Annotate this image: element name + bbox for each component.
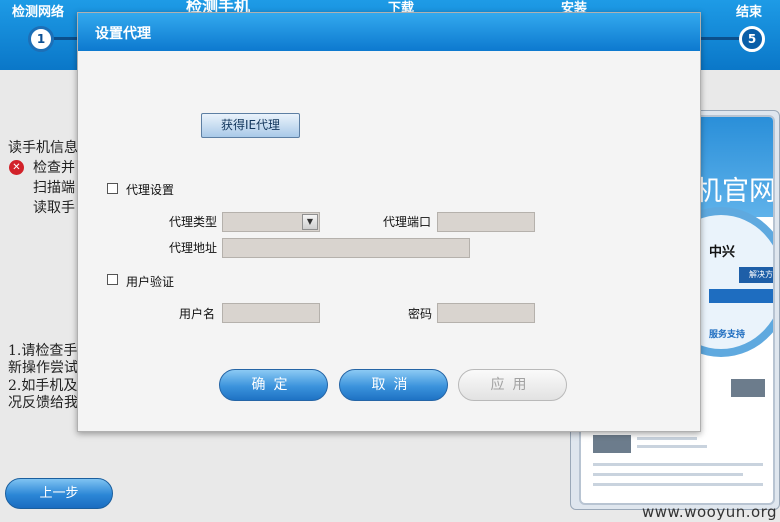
user-auth-checkbox[interactable] <box>107 274 118 285</box>
preview-thumbnail <box>593 435 631 453</box>
previous-step-button[interactable]: 上一步 <box>5 478 113 509</box>
status-line: 检查并 <box>33 160 75 176</box>
chevron-down-icon[interactable]: ▼ <box>302 214 318 230</box>
step-connector-line <box>700 37 740 40</box>
preview-text-line <box>593 463 763 466</box>
proxy-address-input[interactable] <box>222 238 470 258</box>
preview-thumbnail <box>731 379 765 397</box>
status-line: 扫描端 <box>33 180 75 196</box>
watermark-text: www.wooyun.org <box>642 503 778 521</box>
dialog-title-bar[interactable]: 设置代理 <box>78 13 700 51</box>
preview-nav-bar <box>709 289 773 303</box>
proxy-address-label: 代理地址 <box>169 241 218 255</box>
proxy-settings-dialog: 设置代理 获得IE代理 代理设置 代理类型 ▼ 代理端口 代理地址 用户验证 用… <box>77 12 701 432</box>
password-label: 密码 <box>408 307 433 321</box>
error-icon: ✕ <box>9 160 24 175</box>
get-ie-proxy-button[interactable]: 获得IE代理 <box>201 113 300 138</box>
proxy-port-input[interactable] <box>437 212 535 232</box>
ok-button[interactable]: 确定 <box>219 369 328 401</box>
apply-button[interactable]: 应用 <box>458 369 567 401</box>
status-line: 读取手 <box>33 200 75 216</box>
proxy-port-label: 代理端口 <box>383 215 432 229</box>
cancel-button[interactable]: 取消 <box>339 369 448 401</box>
user-auth-label: 用户验证 <box>126 275 175 289</box>
step-label-network: 检测网络 <box>12 5 65 20</box>
username-label: 用户名 <box>179 307 216 321</box>
preview-brand: 中兴 <box>709 245 736 260</box>
username-input[interactable] <box>222 303 320 323</box>
preview-banner-text: 机官网 <box>695 176 775 207</box>
step-circle-1: 1 <box>28 26 54 52</box>
preview-text-line <box>637 445 707 448</box>
preview-text-line <box>637 437 697 440</box>
proxy-settings-checkbox[interactable] <box>107 183 118 194</box>
step-label-finish: 结束 <box>736 5 763 20</box>
tip-line: 况反馈给我 <box>8 395 78 411</box>
tip-line: 新操作尝试 <box>8 360 78 376</box>
password-input[interactable] <box>437 303 535 323</box>
step-circle-5: 5 <box>739 26 765 52</box>
dialog-title: 设置代理 <box>95 26 151 42</box>
proxy-type-select[interactable]: ▼ <box>222 212 320 232</box>
step-connector-line <box>52 37 78 40</box>
preview-text-line <box>593 483 763 486</box>
proxy-settings-label: 代理设置 <box>126 183 175 197</box>
phone-info-title: 读手机信息 <box>8 140 78 156</box>
preview-support: 服务支持 <box>709 330 746 340</box>
proxy-type-label: 代理类型 <box>169 215 218 229</box>
preview-tab: 解决方案 <box>739 267 773 283</box>
preview-text-line <box>593 473 743 476</box>
